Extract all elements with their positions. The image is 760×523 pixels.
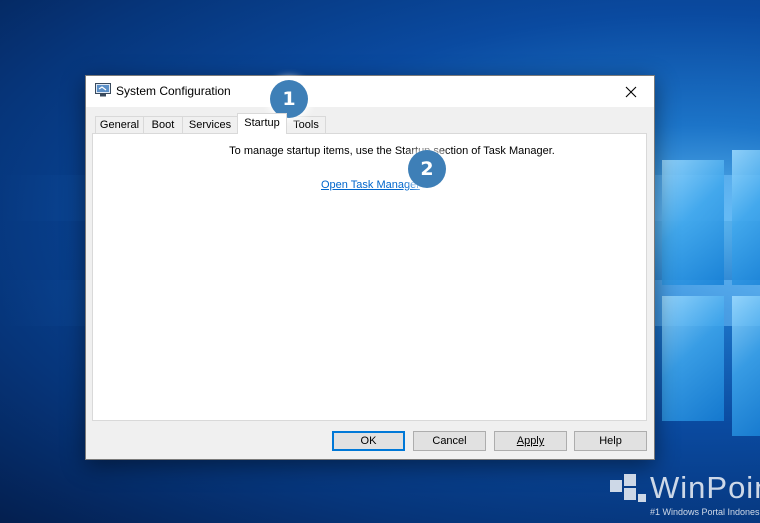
- ok-button[interactable]: OK: [332, 431, 405, 451]
- startup-message: To manage startup items, use the Startup…: [229, 145, 555, 157]
- startup-tab-panel: To manage startup items, use the Startup…: [92, 133, 647, 421]
- window-title: System Configuration: [116, 84, 231, 98]
- windows-logo-pane: [732, 150, 760, 285]
- winpoin-logo-icon: [610, 474, 646, 502]
- tab-general[interactable]: General: [95, 116, 144, 133]
- windows-logo-pane: [662, 296, 724, 421]
- apply-label: Apply: [516, 435, 545, 447]
- tab-boot[interactable]: Boot: [143, 116, 183, 133]
- windows-logo-pane: [662, 160, 724, 285]
- windows-logo-pane: [732, 296, 760, 436]
- close-button[interactable]: [608, 76, 654, 107]
- step-marker-2: 2: [408, 150, 446, 188]
- close-icon: [625, 86, 637, 97]
- watermark-tagline: #1 Windows Portal Indonesia: [650, 507, 760, 517]
- help-button[interactable]: Help: [574, 431, 647, 451]
- open-task-manager-link[interactable]: Open Task Manager: [321, 179, 420, 191]
- watermark-name: WinPoin: [650, 470, 760, 505]
- apply-button[interactable]: Apply: [494, 431, 567, 451]
- tab-tools[interactable]: Tools: [286, 116, 326, 133]
- tab-services[interactable]: Services: [182, 116, 238, 133]
- cancel-button[interactable]: Cancel: [413, 431, 486, 451]
- title-bar[interactable]: System Configuration: [86, 76, 654, 107]
- msconfig-app-icon: [95, 83, 111, 97]
- system-configuration-window: System Configuration General Boot Servic…: [85, 75, 655, 460]
- tab-startup[interactable]: Startup: [237, 113, 287, 134]
